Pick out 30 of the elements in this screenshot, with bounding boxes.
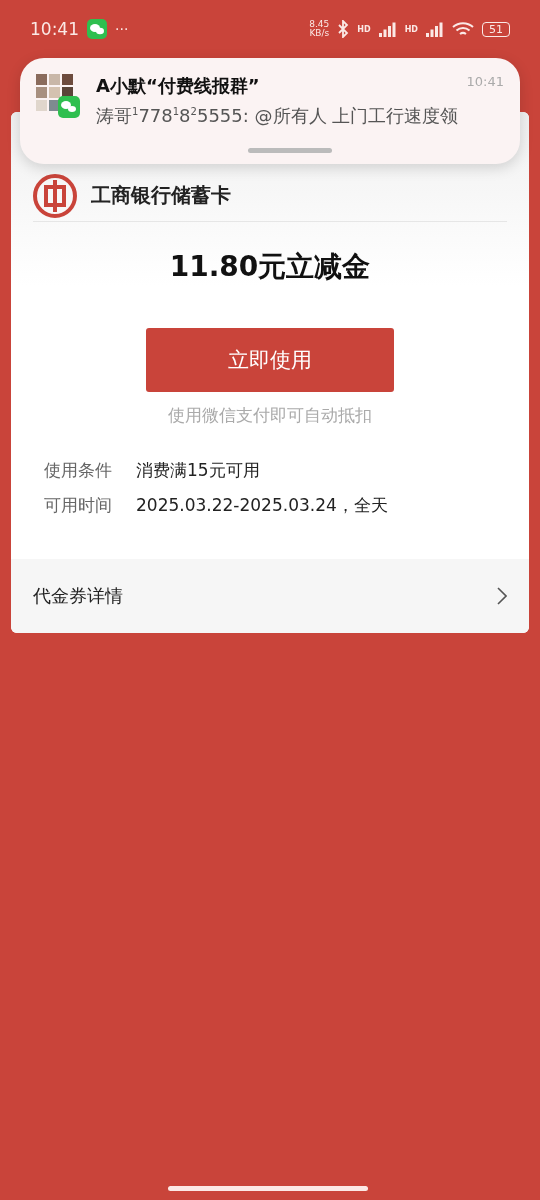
voucher-amount: 11.80元立减金 [168, 249, 372, 285]
home-indicator[interactable] [168, 1186, 368, 1191]
network-speed: 8.45 KB/s [309, 20, 330, 38]
bank-logo-icon [33, 173, 77, 218]
battery-indicator: 51 [482, 21, 510, 37]
chat-app-icon [87, 19, 107, 39]
drag-handle[interactable] [248, 148, 332, 153]
wifi-icon [452, 21, 474, 37]
status-time: 10:41 [30, 19, 79, 39]
bank-name: 工商银行储蓄卡 [91, 182, 231, 209]
more-indicator: ··· [115, 21, 129, 37]
message-notification[interactable]: A小默“付费线报群” 10:41 涛哥$^{1}$778$^{1}$8$^{2}$5555: @所有人 上门工行速度领 [20, 58, 520, 164]
notification-message: 涛哥$^{1}$778$^{1}$8$^{2}$5555: @所有人 上门工行速度领 [96, 104, 459, 128]
network-type: HD [357, 24, 371, 34]
voucher-details-row[interactable]: 代金券详情 [11, 559, 529, 633]
notification-time: 10:41 [466, 74, 504, 89]
signal-icon [426, 21, 444, 37]
payment-hint: 使用微信支付即可自动抵扣 [168, 404, 372, 427]
use-now-button[interactable]: 立即使用 [146, 328, 394, 392]
voucher-details-label: 代金券详情 [33, 584, 123, 608]
detail-label: 使用条件 [44, 459, 112, 482]
notification-title: A小默“付费线报群” [96, 74, 260, 98]
signal-icon [378, 21, 397, 37]
bluetooth-icon [337, 20, 350, 38]
group-avatar-icon [36, 74, 80, 118]
detail-label: 可用时间 [44, 494, 112, 517]
detail-value: 消费满15元可用 [136, 459, 261, 482]
detail-value: 2025.03.22-2025.03.24，全天 [136, 494, 389, 517]
network-type: HD [404, 24, 418, 34]
chevron-right-icon [497, 587, 507, 605]
